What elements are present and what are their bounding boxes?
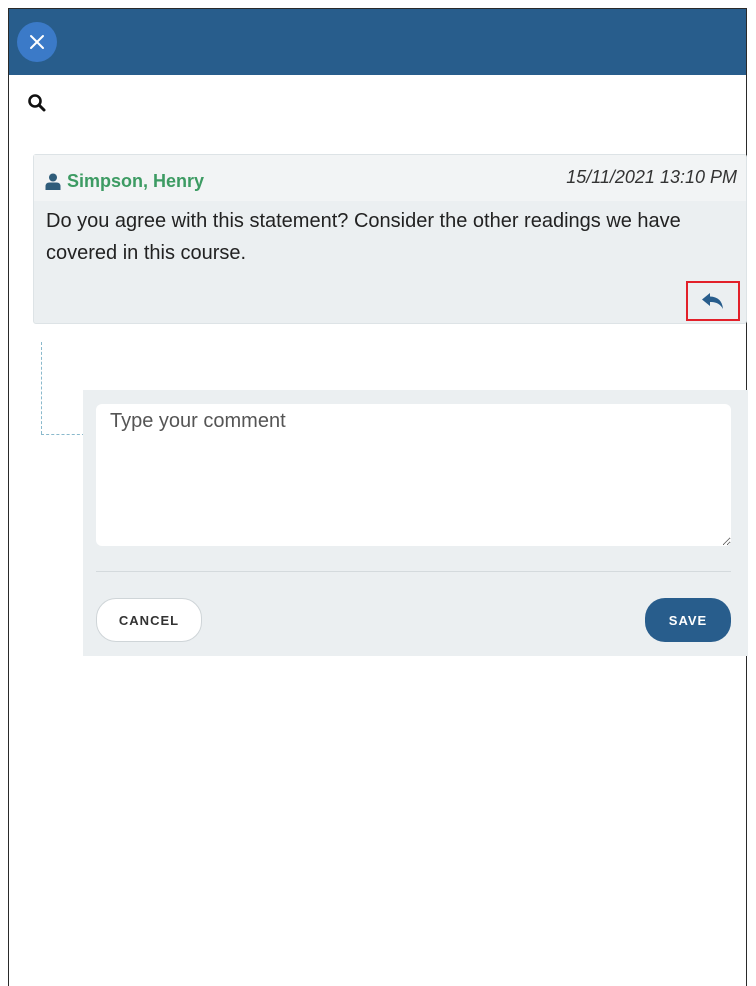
thread-connector-branch [41, 434, 85, 435]
comment-text: Do you agree with this statement? Consid… [46, 210, 681, 264]
reply-icon [702, 293, 723, 309]
search-button[interactable] [27, 93, 49, 115]
comment-card: Simpson, Henry 15/11/2021 13:10 PM Do yo… [33, 154, 747, 324]
close-icon [30, 35, 44, 49]
form-divider [96, 571, 731, 572]
close-button[interactable] [17, 22, 57, 62]
panel-header [9, 9, 746, 75]
author-name: Simpson, Henry [67, 171, 205, 191]
comment-author: Simpson, Henry [45, 171, 204, 192]
thread-connector [41, 342, 42, 434]
comment-timestamp: 15/11/2021 13:10 PM [566, 167, 737, 187]
comment-panel: Simpson, Henry 15/11/2021 13:10 PM Do yo… [8, 8, 748, 986]
comment-input[interactable] [96, 404, 731, 546]
search-icon [28, 94, 46, 112]
cancel-button[interactable]: CANCEL [96, 598, 202, 642]
reply-button[interactable] [686, 281, 740, 321]
user-icon [45, 173, 61, 190]
comment-header: Simpson, Henry 15/11/2021 13:10 PM [34, 155, 746, 201]
save-button[interactable]: SAVE [645, 598, 731, 642]
reply-form: CANCEL SAVE [83, 390, 748, 656]
